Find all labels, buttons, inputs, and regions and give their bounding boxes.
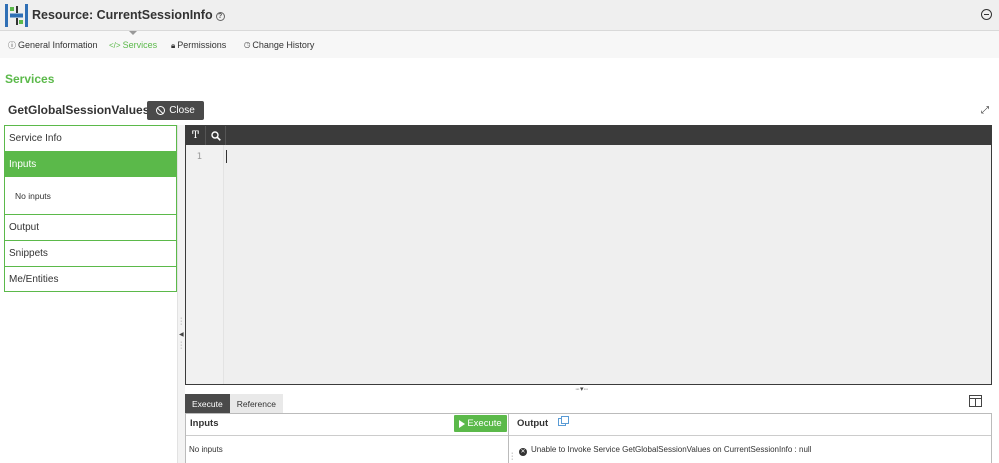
collapse-icon[interactable] [981, 9, 992, 20]
resource-name: CurrentSessionInfo [96, 8, 213, 22]
tab-reference[interactable]: Reference [229, 394, 283, 413]
editor-toolbar: Ͳ [186, 126, 991, 145]
tab-change-history[interactable]: 🕓︎ Change History [244, 40, 314, 51]
bottom-tab-bar: Execute Reference [185, 394, 283, 413]
section-title: Services [5, 72, 55, 86]
play-icon [459, 419, 466, 428]
output-panel: Output ✕ Unable to Invoke Service GetGlob… [509, 413, 992, 463]
tab-general-information[interactable]: ⓘ General Information [8, 40, 98, 51]
clock-icon: 🕓︎ [244, 41, 251, 50]
error-icon: ✕ [519, 448, 527, 456]
help-icon[interactable]: ? [215, 12, 225, 21]
output-message-text: Unable to Invoke Service GetGlobalSessio… [531, 445, 812, 454]
popout-icon[interactable] [558, 416, 569, 426]
execute-button[interactable]: Execute [454, 415, 507, 432]
line-number: 1 [196, 152, 202, 162]
tab-bar: ⓘ General Information </> Services 🔒︎ Permi… [0, 31, 999, 58]
drag-handle-icon: · · · [180, 339, 183, 352]
tab-permissions[interactable]: 🔒︎ Permissions [171, 40, 226, 51]
line-gutter: 1 [186, 145, 224, 384]
close-button[interactable]: Close [147, 101, 204, 120]
resource-header: Resource: CurrentSessionInfo? [0, 0, 999, 31]
info-circle-icon: ⓘ [8, 41, 16, 50]
collapse-left-icon[interactable]: ◀ [179, 331, 184, 338]
inputs-panel-title: Inputs [190, 418, 219, 429]
active-tab-pointer [129, 31, 137, 35]
drag-handle-icon: ··· ▾ ··· [575, 386, 588, 393]
lock-icon: 🔒︎ [171, 41, 176, 50]
expand-icon[interactable]: ⤢ [981, 105, 989, 116]
text-format-icon[interactable]: Ͳ [186, 126, 206, 145]
text-cursor [226, 150, 227, 163]
divider [186, 435, 508, 436]
tab-services[interactable]: </> Services [109, 40, 157, 50]
platform-logo-icon [5, 4, 28, 27]
divider [509, 435, 991, 436]
drag-handle-icon[interactable]: · · · [511, 450, 513, 463]
ban-icon [156, 106, 166, 115]
sidebar-item-service-info[interactable]: Service Info [4, 125, 177, 151]
code-icon: </> [109, 41, 121, 50]
service-name: GetGlobalSessionValues [8, 103, 150, 117]
inputs-panel-text: No inputs [189, 445, 223, 454]
sidebar-item-output[interactable]: Output [4, 214, 177, 240]
vertical-splitter[interactable]: · · · ◀ · · · [177, 125, 185, 463]
page-title: Resource: CurrentSessionInfo? [32, 8, 225, 22]
service-sidebar: Service Info Inputs No inputs Output Sni… [4, 125, 177, 292]
output-panel-title: Output [517, 418, 549, 429]
sidebar-item-inputs[interactable]: Inputs [4, 151, 177, 177]
tab-execute[interactable]: Execute [185, 394, 230, 413]
horizontal-splitter[interactable]: ··· ▾ ··· [185, 385, 992, 394]
resource-label: Resource: [32, 8, 94, 22]
drag-handle-icon: · · · [180, 315, 183, 328]
output-message: ✕ Unable to Invoke Service GetGlobalSessi… [519, 445, 811, 456]
sidebar-item-me-entities[interactable]: Me/Entities [4, 266, 177, 292]
code-editor[interactable]: Ͳ 1 [185, 125, 992, 385]
search-icon[interactable] [206, 126, 226, 145]
layout-icon[interactable] [969, 395, 982, 407]
inputs-content: No inputs [4, 177, 177, 214]
sidebar-item-snippets[interactable]: Snippets [4, 240, 177, 266]
